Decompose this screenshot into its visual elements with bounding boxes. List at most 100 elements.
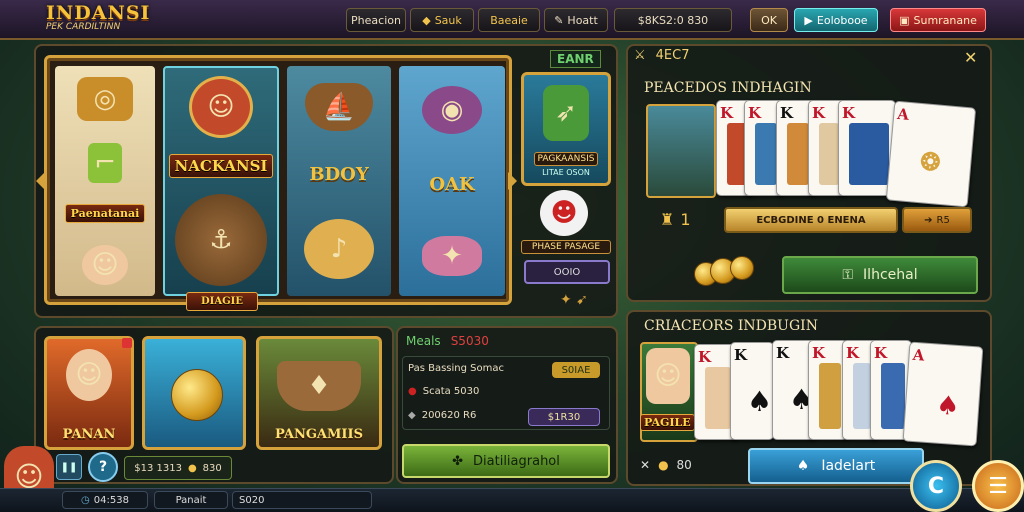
info-main-button[interactable]: ✤ Diatiliagrahol [402, 444, 610, 478]
slot-reels-frame: ◎ ⌐ Paenatanai ☺ ☺ NACKANSI ⚓ ⛵ BDOY ♪ ◉… [44, 55, 512, 305]
bottom-chip-row: ✕ ● 80 [640, 458, 692, 472]
card-panel-header: ⚔ 4EC7 [634, 48, 690, 63]
card-mid-button[interactable]: ECBGDINE 0 ENENA [724, 207, 898, 233]
clock-icon: ◷ [81, 494, 90, 506]
arrow-right-icon: ➔ [924, 214, 933, 226]
treasure-basket-icon: ♦ [277, 361, 361, 411]
nav-pill-1[interactable]: Pheacion [346, 8, 406, 32]
help-icon[interactable]: ? [88, 452, 118, 482]
bet-display: $13 1313 ● 830 [124, 456, 232, 480]
card-panel-bottom-title: CRIACEORS INDBUGIN [644, 318, 818, 334]
hero-character-icon: ☺ [189, 76, 253, 138]
card-count: ♜ 1 [660, 210, 691, 229]
spade-red-icon: ♠ [935, 390, 961, 423]
heart-icon: ● [408, 386, 417, 397]
trophy-icon: ♜ [660, 210, 675, 229]
game-logo: INDANSI PEK CARDILTINN [46, 2, 166, 38]
coin-icon-3 [730, 256, 754, 280]
info-row-2: ● Scata 5030 [408, 386, 480, 397]
boat-icon: ⛵ [305, 82, 373, 131]
gem-icon: ◆ [408, 410, 416, 421]
reel-4: ◉ OAK ✦ [399, 66, 505, 296]
barrel-icon: ⚓ [175, 194, 267, 286]
bottom-main-button[interactable]: ♠ Iadelart [748, 448, 924, 484]
reel4-word: OAK [429, 174, 475, 196]
pencil-icon: ✎ [554, 13, 564, 27]
side-card-sub: LITAE OSON [542, 168, 590, 177]
pause-icon[interactable]: ❚❚ [56, 454, 82, 480]
reel-left-arrow-icon[interactable] [36, 172, 45, 190]
card-panel-top-title: PEACEDOS INDHAGIN [644, 80, 812, 96]
fish-icon: ✦ [422, 235, 482, 276]
status-item-2[interactable]: Panait [154, 491, 228, 509]
reel-3: ⛵ BDOY ♪ [287, 66, 391, 296]
side-button[interactable]: OOIO [524, 260, 610, 284]
nav-pill-3[interactable]: Baeaie [478, 8, 540, 32]
character-card-banner: PAGILE [640, 414, 695, 431]
gold-coin-icon [171, 369, 223, 421]
mascot-icon: ☻ [540, 190, 588, 236]
spade-icon: ♠ [747, 385, 773, 418]
red-action-button[interactable]: ▣ Sumranane [890, 8, 986, 32]
reel-2: ☺ NACKANSI ⚓ [163, 66, 279, 296]
game-thumb-3[interactable]: ♦ PANGAMIIS [256, 336, 382, 450]
fish-bowl-icon: ◉ [422, 86, 482, 135]
game-thumb-2[interactable] [142, 336, 246, 450]
ornament-icon: ❂ [919, 146, 942, 177]
ok-button[interactable]: OK [750, 8, 788, 32]
reels-bottom-plaque: DIAGIE [186, 292, 258, 311]
status-item-1: ◷ 04:538 [62, 491, 148, 509]
gift-icon: ▣ [899, 13, 910, 27]
top-label: EANR [550, 50, 601, 68]
info-row-3: ◆ 200620 R6 [408, 410, 477, 421]
side-card-label: PAGKAANSIS [533, 152, 599, 166]
playing-card-ace[interactable]: A ❂ [885, 100, 977, 208]
thumb-3-caption: PANGAMIIS [275, 427, 363, 442]
reel2-banner: NACKANSI [168, 154, 274, 178]
status-item-3: S020 [232, 491, 372, 509]
character-face-icon: ☺ [82, 245, 128, 286]
menu-icon[interactable]: ☰ [972, 460, 1024, 512]
refresh-icon[interactable]: C [910, 460, 962, 512]
cross-icon: ✕ [640, 458, 651, 472]
treasure-card-image [646, 104, 716, 198]
coin-stack-icon: ● [187, 462, 197, 474]
side-feature-card[interactable]: ➶ PAGKAANSIS LITAE OSON [521, 72, 611, 186]
balance-display: $8KS2:0 830 [614, 8, 732, 32]
teal-action-button[interactable]: ▶ Eolobooe [794, 8, 878, 32]
logo-title: INDANSI [46, 2, 151, 24]
nav-pill-4[interactable]: ✎ Hoatt [544, 8, 608, 32]
play-icon: ▶ [804, 13, 813, 27]
clover-icon: ✤ [452, 453, 464, 469]
spade-button-icon: ♠ [796, 458, 810, 474]
sparkle-icon: ✦ ➹ [560, 292, 588, 308]
bird-icon: ➶ [543, 85, 589, 141]
flag-icon: ◆ [422, 13, 431, 27]
card-small-button[interactable]: ➔ R5 [902, 207, 972, 233]
reel-right-arrow-icon[interactable] [508, 172, 517, 190]
nav-pill-2[interactable]: ◆ Sauk [410, 8, 474, 32]
game-thumb-1[interactable]: ☺ PANAN [44, 336, 134, 450]
info-row-3-button[interactable]: $1R30 [528, 408, 600, 426]
boot-icon: ⌐ [88, 142, 122, 183]
bottom-card-2[interactable]: K ♠ [730, 342, 774, 440]
meals-row: Meals S5030 [406, 334, 489, 348]
info-row-1-button[interactable]: S0IAE [552, 362, 600, 378]
chip-icon: ● [658, 458, 669, 472]
character-portrait-icon: ☺ [646, 348, 690, 404]
crossed-swords-icon: ⚔ [634, 48, 646, 63]
reel3-word: BDOY [309, 164, 369, 186]
info-row-1-text: Pas Bassing Somac [408, 363, 504, 374]
bottom-card-ace[interactable]: A ♠ [902, 341, 984, 447]
thumb-1-caption: PANAN [62, 427, 116, 442]
key-icon: ⚿ [842, 267, 854, 283]
reel-1: ◎ ⌐ Paenatanai ☺ [55, 66, 155, 296]
side-tag: PHASE PASAGE [521, 240, 611, 254]
thumb-badge [122, 338, 132, 348]
close-icon[interactable]: ✕ [964, 48, 977, 67]
hero-portrait-icon: ☺ [66, 349, 112, 401]
reel1-banner: Paenatanai [64, 204, 146, 224]
card-action-button[interactable]: ⚿ Ilhcehal [782, 256, 978, 294]
gold-watch-icon: ◎ [77, 76, 133, 121]
horn-icon: ♪ [304, 219, 374, 280]
